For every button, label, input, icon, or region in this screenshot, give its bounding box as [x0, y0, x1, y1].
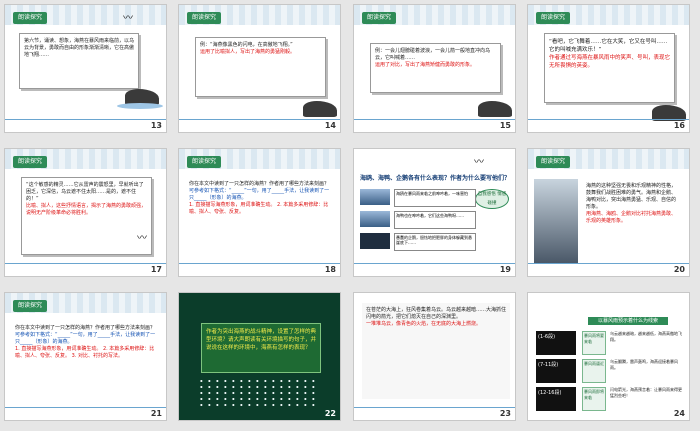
slide-thumbnail-21[interactable]: 朗读探究 你在本文中读到了一只怎样的海燕？作者用了哪些方法来刻画？ 可参考如下格…	[4, 292, 167, 421]
slide-analysis: 运用了比喻拟人，写出了海燕的勇猛刚毅。	[200, 49, 296, 55]
penguin-photo	[360, 233, 390, 249]
storm-thumb-2: (7-11段)	[536, 359, 576, 383]
slide-answer: 1. 直接描写海燕形象，用词准确生动。 2. 本篇多采用修辞：比喻、拟人、夸张、…	[189, 202, 329, 215]
slide-analysis: 作者通过写海燕在暴风雨中的笑声、号叫，表现它无所畏惧的英姿。	[549, 55, 671, 69]
slide-text-card: 你在本文中读到了一只怎样的海燕？作者用了哪些方法来刻画？ 可参考如下格式：“__…	[11, 321, 161, 401]
seagull-icon: 〰	[137, 233, 147, 244]
stage-text-1: 乌云越来越暗，越来越低，海燕高傲地飞翔。	[610, 331, 682, 342]
section-tag: 朗读探究	[362, 12, 397, 24]
slide-thumbnail-23[interactable]: 在苍茫的大海上，狂风卷集着乌云。乌云越来越暗……大海抓住闪电的箭光，把它们熄灭在…	[353, 292, 516, 421]
section-tag: 朗读探究	[187, 12, 222, 24]
slide-text-card: 例：一会儿翅膀碰着波浪，一会儿箭一般地直冲向乌云，它叫喊着…… 运用了对比，写出…	[370, 43, 501, 93]
question-panel: 作者为突出海燕的战斗精神，设置了怎样的典型环境？请大声朗读有关环境描写的句子，并…	[201, 323, 321, 373]
section-tag: 朗读探究	[13, 156, 48, 168]
slide-thumbnail-17[interactable]: 朗读探究 “这个敏感的精灵……它从雷声的震怒里，早就听出了困乏，它深信，乌云遮不…	[4, 148, 167, 277]
section-tag: 朗读探究	[13, 12, 48, 24]
slide-hint: 可参考如下格式：“_____”一句，用了_____手法，让我读到了一只_____…	[189, 188, 330, 201]
reflection-button[interactable]: 自我感悟 情感碰撞	[475, 189, 509, 209]
storm-thumb-3: (12-16段)	[536, 387, 576, 411]
slide-title: 海鸥、海鸭、企鹅各有什么表现？作者为什么要写他们？	[360, 175, 511, 182]
footer-line	[5, 263, 166, 264]
penguin-row: 愚蠢的企鹅，胆怯地把肥胖的身体躲藏到悬崖底下……	[394, 233, 476, 251]
footer-line	[354, 263, 515, 264]
slide-number: 15	[499, 121, 511, 130]
slide-thumbnail-18[interactable]: 朗读探究 你在本文中读到了一只怎样的海燕？作者用了哪些方法来刻画？ 可参考如下格…	[178, 148, 341, 277]
seagull-photo	[360, 189, 390, 205]
slide-text: 在苍茫的大海上，狂风卷集着乌云。乌云越来越暗……大海抓住闪电的箭光，把它们熄灭在…	[366, 307, 507, 320]
seagull-row: 海鸥在暴风雨来临之前呻吟着，一味害怕	[394, 189, 476, 207]
slide-number: 22	[324, 409, 336, 418]
slide-analysis: 一堆堆乌云，像青色的火焰，在无底的大海上燃烧。	[366, 321, 482, 327]
slide-text: 例：“海燕像黑色的闪电，在高傲地飞翔。”	[200, 42, 293, 48]
slide-text-card: 你在本文中读到了一只怎样的海燕？作者用了哪些方法来刻画？ 可参考如下格式：“__…	[185, 177, 335, 245]
footer-line	[5, 407, 166, 408]
slide-text: 例：一会儿翅膀碰着波浪，一会儿箭一般地直冲向乌云，它叫喊着……	[375, 48, 491, 61]
section-tag: 朗读探究	[13, 300, 48, 312]
slide-number: 18	[324, 265, 336, 274]
slide-answer: 1. 直接描写海燕形象，用词准确生动。 2. 本篇多采用修辞：比喻、拟人、夸张、…	[15, 346, 155, 359]
duck-row: 海鸭也在呻吟着，它们这些海鸭呀……	[394, 211, 476, 229]
seabirds-background	[199, 378, 319, 406]
slide-number: 19	[499, 265, 511, 274]
stage-text-3: 闪电箭光，海燕预言着：让暴风雨来得更猛烈些吧！	[610, 387, 682, 398]
section-tag: 朗读探究	[536, 12, 571, 24]
seagull-icon: 〰	[474, 157, 484, 168]
storm-photo	[534, 179, 578, 263]
section-tag: 朗读探究	[187, 156, 222, 168]
slide-thumbnail-22[interactable]: 作者为突出海燕的战斗精神，设置了怎样的典型环境？请大声朗读有关环境描写的句子，并…	[178, 292, 341, 421]
stage-label-3: 暴风雨即将来临	[582, 387, 606, 411]
stage-label-1: 暴风雨将要来临	[582, 331, 606, 355]
footer-line	[179, 119, 340, 120]
slide-number: 23	[499, 409, 511, 418]
slide-thumbnail-13[interactable]: 朗读探究 〰 第六节，诵读、想象，海燕在暴风雨来临前，以乌云为背景，勇敢而自由的…	[4, 4, 167, 133]
rock-illustration	[303, 101, 337, 117]
slide-text: 第六节，诵读、想象，海燕在暴风雨来临前，以乌云为背景，勇敢而自由的形象渐渐清晰，…	[24, 38, 135, 58]
slide-question: 你在本文中读到了一只怎样的海燕？作者用了哪些方法来刻画？	[15, 325, 156, 331]
slide-thumbnail-14[interactable]: 朗读探究 例：“海燕像黑色的闪电，在高傲地飞翔。” 运用了比喻拟人，写出了海燕的…	[178, 4, 341, 133]
slide-number: 13	[150, 121, 162, 130]
slide-sorter-grid: 朗读探究 〰 第六节，诵读、想象，海燕在暴风雨来临前，以乌云为背景，勇敢而自由的…	[0, 0, 700, 431]
slide-number: 17	[150, 265, 162, 274]
footer-line	[5, 119, 166, 120]
slide-number: 24	[673, 409, 685, 418]
slide-text: “看吧，它飞舞着……它在大笑，它又在号叫……它的叫喊充满欢乐！”	[549, 39, 668, 53]
slide-analysis: 用海燕、海鸥、企鹅对比衬托海燕勇敢、乐观的英雄形象。	[586, 211, 677, 224]
slide-hint: 可参考如下格式：“_____”一句，用了_____手法，让我读到了一只_____…	[15, 332, 156, 345]
footer-line	[354, 119, 515, 120]
slide-analysis: 运用了对比，写出了海燕矫健而勇敢的形象。	[375, 62, 476, 68]
seagull-icon: 〰	[123, 13, 133, 24]
slide-number: 21	[150, 409, 162, 418]
stage-text-2: 乌云翻腾，雷声轰鸣，海燕迎接着暴风雨。	[610, 359, 678, 370]
slide-text-card: 海燕的这种坚强无畏和乐观精神的性格，鼓舞我们战胜困难的勇气。海燕和企鹅、海鸭对比…	[582, 179, 684, 263]
slide-text-card: “看吧，它飞舞着……它在大笑，它又在号叫……它的叫喊充满欢乐！” 作者通过写海燕…	[544, 33, 675, 103]
slide-number: 20	[673, 265, 685, 274]
wave-illustration	[117, 103, 163, 109]
slide-number: 16	[673, 121, 685, 130]
footer-line	[179, 263, 340, 264]
footer-line	[528, 119, 689, 120]
slide-thumbnail-20[interactable]: 朗读探究 海燕的这种坚强无畏和乐观精神的性格，鼓舞我们战胜困难的勇气。海燕和企鹅…	[527, 148, 690, 277]
slide-question: 你在本文中读到了一只怎样的海燕？作者用了哪些方法来刻画？	[189, 181, 330, 187]
stage-label-2: 暴风雨逼近	[582, 359, 606, 383]
duck-photo	[360, 211, 390, 227]
slide-thumbnail-24[interactable]: 以暴风雨预示着什么为线索 (1-6段) 暴风雨将要来临 乌云越来越暗，越来越低，…	[527, 292, 690, 421]
slide-thumbnail-19[interactable]: 海鸥、海鸭、企鹅各有什么表现？作者为什么要写他们？ 〰 自我感悟 情感碰撞 海鸥…	[353, 148, 516, 277]
slide-title: 以暴风雨预示着什么为线索	[588, 317, 668, 325]
slide-text-card: 例：“海燕像黑色的闪电，在高傲地飞翔。” 运用了比喻拟人，写出了海燕的勇猛刚毅。	[195, 37, 326, 97]
slide-text: “这个敏感的精灵……它从雷声的震怒里，早就听出了困乏，它深信，乌云遮不住太阳………	[26, 182, 144, 202]
slide-thumbnail-16[interactable]: 朗读探究 “看吧，它飞舞着……它在大笑，它又在号叫……它的叫喊充满欢乐！” 作者…	[527, 4, 690, 133]
slide-thumbnail-15[interactable]: 朗读探究 例：一会儿翅膀碰着波浪，一会儿箭一般地直冲向乌云，它叫喊着…… 运用了…	[353, 4, 516, 133]
slide-text: 海燕的这种坚强无畏和乐观精神的性格，鼓舞我们战胜困难的勇气。海燕和企鹅、海鸭对比…	[586, 183, 677, 210]
rock-illustration	[478, 101, 512, 117]
section-tag: 朗读探究	[536, 156, 571, 168]
footer-line	[528, 263, 689, 264]
slide-text-card: “这个敏感的精灵……它从雷声的震怒里，早就听出了困乏，它深信，乌云遮不住太阳………	[21, 177, 152, 255]
slide-analysis: 比喻、拟人，这些抒情语言，揭示了海燕的勇敢顽强，说明无产阶级革命必将胜利。	[26, 203, 147, 216]
slide-text-card: 第六节，诵读、想象，海燕在暴风雨来临前，以乌云为背景，勇敢而自由的形象渐渐清晰，…	[19, 33, 139, 89]
storm-thumb-1: (1-6段)	[536, 331, 576, 355]
slide-number: 14	[324, 121, 336, 130]
footer-line	[354, 407, 515, 408]
slide-text-card: 在苍茫的大海上，狂风卷集着乌云。乌云越来越暗……大海抓住闪电的箭光，把它们熄灭在…	[362, 303, 510, 399]
